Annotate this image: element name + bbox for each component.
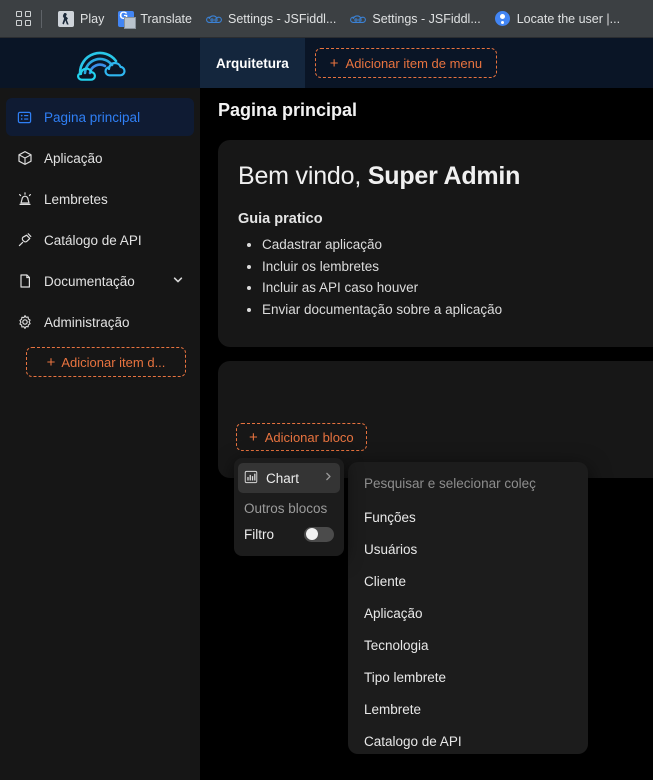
list-item: Enviar documentação sobre a aplicação <box>262 302 653 317</box>
sidebar-item-label: Administração <box>44 314 130 330</box>
filter-toggle[interactable] <box>304 526 334 542</box>
bar-chart-icon <box>244 470 258 487</box>
plus-icon: + <box>46 353 56 371</box>
submenu-item-cliente[interactable]: Cliente <box>348 565 588 597</box>
app-logo[interactable] <box>0 38 200 88</box>
sidebar-item-label: Catálogo de API <box>44 232 142 248</box>
bookmark-label: Translate <box>140 11 192 26</box>
sidebar-item-label: Aplicação <box>44 150 103 166</box>
tab-label: Arquitetura <box>216 55 289 71</box>
bookmark-locate-the-user[interactable]: Locate the user |... <box>488 7 627 31</box>
list-item: Cadastrar aplicação <box>262 237 653 252</box>
welcome-greeting: Bem vindo, <box>238 162 368 190</box>
sidebar-nav: Pagina principal Aplicação Lembretes Cat… <box>0 88 200 377</box>
context-menu-item-chart[interactable]: Chart <box>238 463 340 493</box>
sidebar-item-aplicacao[interactable]: Aplicação <box>6 139 194 177</box>
collection-search-input[interactable]: Pesquisar e selecionar coleç <box>348 470 588 501</box>
guide-list: Cadastrar aplicação Incluir os lembretes… <box>262 237 653 317</box>
bookmark-label: Settings - JSFiddl... <box>372 11 481 26</box>
submenu-item-funcoes[interactable]: Funções <box>348 501 588 533</box>
document-icon <box>16 273 33 290</box>
add-block-button[interactable]: + Adicionar bloco <box>236 423 367 451</box>
plus-icon: + <box>249 428 258 446</box>
welcome-card: Bem vindo, Super Admin Guia pratico Cada… <box>218 140 653 347</box>
google-translate-favicon <box>118 10 137 29</box>
play-store-favicon <box>58 10 74 27</box>
submenu-item-usuarios[interactable]: Usuários <box>348 533 588 565</box>
location-favicon <box>495 11 511 27</box>
list-item: Incluir os lembretes <box>262 259 653 274</box>
sidebar-item-documentacao[interactable]: Documentação <box>6 262 194 300</box>
add-block-context-menu: Chart Outros blocos Filtro <box>234 458 344 556</box>
add-menu-item-label: Adicionar item de menu <box>345 55 483 71</box>
submenu-item-catalogo-de-api[interactable]: Catalogo de API <box>348 725 588 754</box>
plug-icon <box>16 232 33 249</box>
toggle-knob <box>305 528 318 540</box>
dashboard-icon <box>16 109 33 126</box>
bookmark-jsfiddle-settings-1[interactable]: Settings - JSFiddl... <box>199 7 343 31</box>
welcome-username: Super Admin <box>367 162 521 190</box>
sidebar-item-label: Pagina principal <box>44 109 141 125</box>
plus-icon: + <box>329 54 339 72</box>
submenu-item-tipo-lembrete[interactable]: Tipo lembrete <box>348 661 588 693</box>
jsfiddle-favicon <box>350 11 367 27</box>
alarm-icon <box>16 191 33 208</box>
bookmark-label: Locate the user |... <box>516 11 621 26</box>
app-root: Play Translate Settings - JSFiddl... Set… <box>0 0 653 780</box>
sidebar-add-menu-item-button[interactable]: + Adicionar item d... <box>26 347 186 377</box>
chevron-right-icon <box>323 471 334 485</box>
sidebar-item-label: Documentação <box>44 273 135 289</box>
add-menu-item-button[interactable]: + Adicionar item de menu <box>314 48 498 78</box>
browser-bookmark-bar: Play Translate Settings - JSFiddl... Set… <box>0 0 653 38</box>
add-block-label: Adicionar bloco <box>264 429 354 445</box>
bookmark-label: Settings - JSFiddl... <box>227 11 337 26</box>
bookmark-label: Play <box>80 11 105 26</box>
sidebar-item-catalogo-de-api[interactable]: Catálogo de API <box>6 221 194 259</box>
guide-title: Guia pratico <box>238 211 323 227</box>
sidebar-item-label: Lembretes <box>44 191 108 207</box>
rainbow-clouds-logo <box>77 51 126 81</box>
bookmark-play[interactable]: Play <box>51 7 111 31</box>
sidebar: Pagina principal Aplicação Lembretes Cat… <box>0 38 200 780</box>
sidebar-item-administracao[interactable]: Administração <box>6 303 194 341</box>
sidebar-item-lembretes[interactable]: Lembretes <box>6 180 194 218</box>
welcome-heading: Bem vindo, Super Admin <box>238 162 653 191</box>
bookmark-translate[interactable]: Translate <box>111 7 199 31</box>
gear-icon <box>16 314 33 331</box>
sidebar-add-menu-item-label: Adicionar item d... <box>61 354 166 370</box>
filter-label: Filtro <box>244 526 274 542</box>
submenu-item-aplicacao[interactable]: Aplicação <box>348 597 588 629</box>
list-item: Incluir as API caso houver <box>262 280 653 295</box>
submenu-item-tecnologia[interactable]: Tecnologia <box>348 629 588 661</box>
collection-submenu: Pesquisar e selecionar coleç Funções Usu… <box>348 462 588 754</box>
sidebar-item-pagina-principal[interactable]: Pagina principal <box>6 98 194 136</box>
context-menu-item-label: Chart <box>266 470 300 486</box>
jsfiddle-favicon <box>206 11 222 27</box>
app-tabbar: Arquitetura + Adicionar item de menu <box>200 38 653 88</box>
chevron-down-icon[interactable] <box>172 274 184 289</box>
apps-grid-icon[interactable] <box>10 6 36 32</box>
page-header: Pagina principal <box>200 88 653 132</box>
tab-arquitetura[interactable]: Arquitetura <box>200 38 305 88</box>
context-menu-section-label: Outros blocos <box>244 501 328 516</box>
bookmark-jsfiddle-settings-2[interactable]: Settings - JSFiddl... <box>343 7 487 31</box>
cube-icon <box>16 150 33 167</box>
page-title: Pagina principal <box>218 99 358 120</box>
submenu-item-lembrete[interactable]: Lembrete <box>348 693 588 725</box>
context-menu-filter-row[interactable]: Filtro <box>238 520 340 548</box>
bookmark-divider <box>41 9 42 28</box>
